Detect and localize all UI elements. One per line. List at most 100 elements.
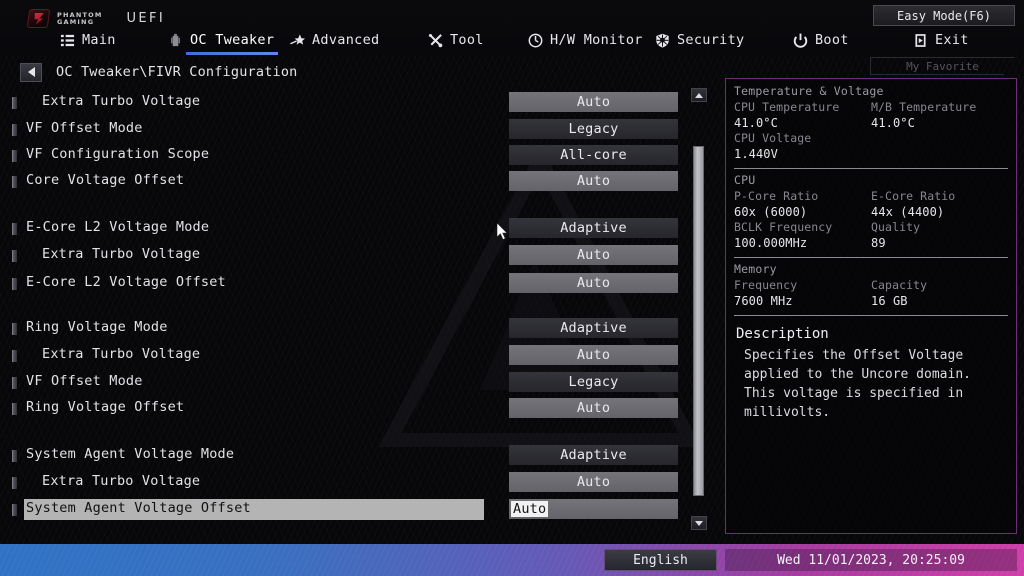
power-icon (793, 33, 808, 48)
tab-label: OC Tweaker (190, 32, 274, 48)
cpu-voltage-row: CPU Voltage 1.440V (734, 131, 1008, 162)
tab-tool[interactable]: Tool (428, 29, 484, 51)
memory-frequency-label: Frequency (734, 278, 871, 293)
breadcrumb: OC Tweaker\FIVR Configuration (0, 60, 298, 84)
my-favorite-tab[interactable]: My Favorite (870, 57, 1015, 75)
e-core-ratio-value: 44x (4400) (871, 204, 1008, 220)
uefi-bios-screen: PHANTOM GAMING UEFI Main OC Tweaker Advanc… (0, 0, 1024, 576)
setting-label: System Agent Voltage Offset (26, 500, 251, 516)
temperature-row: CPU Temperature 41.0°C M/B Temperature 4… (734, 100, 1008, 131)
setting-label: Core Voltage Offset (26, 172, 184, 188)
setting-row[interactable]: Extra Turbo Voltage Auto (0, 472, 690, 494)
memory-capacity-value: 16 GB (871, 293, 1008, 309)
setting-label: Extra Turbo Voltage (42, 346, 200, 362)
tab-label: Tool (450, 32, 484, 48)
setting-value-input[interactable]: Auto (509, 245, 678, 265)
back-arrow-icon[interactable] (20, 63, 42, 82)
cpu-section-title: CPU (734, 173, 1008, 187)
setting-bullet-icon (12, 504, 17, 516)
description-title: Description (736, 326, 1008, 342)
memory-section-title: Memory (734, 262, 1008, 276)
setting-label: Extra Turbo Voltage (42, 93, 200, 109)
mb-temperature-label: M/B Temperature (871, 100, 1008, 115)
tab-h-w-monitor[interactable]: H/W Monitor (528, 29, 643, 51)
cpu-voltage-label: CPU Voltage (734, 131, 871, 146)
easy-mode-button[interactable]: Easy Mode(F6) (873, 5, 1015, 26)
setting-value-input[interactable]: Auto (509, 92, 678, 112)
setting-row[interactable]: Extra Turbo Voltage Auto (0, 92, 690, 114)
memory-frequency-value: 7600 MHz (734, 293, 871, 309)
phantom-gaming-logo-icon (27, 9, 51, 28)
setting-bullet-icon (12, 223, 17, 235)
memory-row: Frequency 7600 MHz Capacity 16 GB (734, 278, 1008, 309)
setting-value-input[interactable]: Auto (509, 398, 678, 418)
setting-label: VF Offset Mode (26, 373, 143, 389)
setting-row[interactable]: E-Core L2 Voltage Offset Auto (0, 273, 690, 295)
setting-value-dropdown[interactable]: All-core (509, 145, 678, 165)
setting-value-dropdown[interactable]: Adaptive (509, 218, 678, 238)
setting-value-dropdown[interactable]: Legacy (509, 372, 678, 392)
setting-label: E-Core L2 Voltage Mode (26, 219, 209, 235)
scrollbar-thumb[interactable] (693, 146, 704, 496)
datetime-display: Wed 11/01/2023, 20:25:09 (725, 549, 1017, 571)
setting-row[interactable]: Ring Voltage ModeAdaptive (0, 318, 690, 340)
setting-row[interactable]: Ring Voltage Offset Auto (0, 398, 690, 420)
brand-logo: PHANTOM GAMING UEFI (28, 9, 165, 28)
temperature-voltage-title: Temperature & Voltage (734, 84, 1008, 98)
scroll-down-arrow-icon[interactable] (691, 516, 707, 530)
tab-label: Exit (935, 32, 969, 48)
setting-value-input[interactable]: Auto (509, 273, 678, 293)
setting-row[interactable]: Extra Turbo VoltageAuto (0, 245, 690, 267)
main-navigation-tabs: Main OC Tweaker Advanced Tool H/W Monitor Sec… (0, 29, 1024, 55)
setting-row[interactable]: VF Configuration ScopeAll-core (0, 145, 690, 167)
setting-value-input[interactable]: Auto (509, 345, 678, 365)
settings-scrollbar[interactable] (691, 88, 707, 530)
setting-bullet-icon (12, 97, 17, 109)
setting-row[interactable]: Extra Turbo Voltage Auto (0, 345, 690, 367)
setting-row[interactable]: System Agent Voltage Offset Auto (0, 499, 690, 521)
tab-exit[interactable]: Exit (913, 29, 969, 51)
setting-bullet-icon (12, 403, 17, 415)
setting-row[interactable]: E-Core L2 Voltage Mode Adaptive (0, 218, 690, 240)
e-core-ratio-label: E-Core Ratio (871, 189, 1008, 204)
setting-label: Extra Turbo Voltage (42, 473, 200, 489)
tab-boot[interactable]: Boot (793, 29, 849, 51)
header-bar: PHANTOM GAMING UEFI Main OC Tweaker Advanc… (0, 0, 1024, 55)
quality-label: Quality (871, 220, 1008, 235)
setting-value-input[interactable]: Auto (509, 472, 678, 492)
setting-row[interactable]: System Agent Voltage ModeAdaptive (0, 445, 690, 467)
language-button[interactable]: English (604, 549, 717, 571)
setting-value-dropdown[interactable]: Legacy (509, 119, 678, 139)
bclk-frequency-label: BCLK Frequency (734, 220, 871, 235)
info-panel: Temperature & Voltage CPU Temperature 41… (725, 78, 1017, 534)
shield-icon (655, 33, 670, 48)
setting-bullet-icon (12, 350, 17, 362)
setting-row[interactable]: VF Offset ModeLegacy (0, 119, 690, 141)
tab-main[interactable]: Main (60, 29, 116, 51)
uefi-label: UEFI (127, 11, 166, 26)
setting-value-dropdown[interactable]: Adaptive (509, 318, 678, 338)
setting-label: E-Core L2 Voltage Offset (26, 274, 226, 290)
list-icon (60, 33, 75, 48)
tab-advanced[interactable]: Advanced (290, 29, 379, 51)
scroll-up-arrow-icon[interactable] (691, 88, 707, 102)
setting-bullet-icon (12, 176, 17, 188)
mb-temperature-value: 41.0°C (871, 115, 1008, 131)
setting-label: Ring Voltage Offset (26, 399, 184, 415)
setting-value-input[interactable]: Auto (509, 499, 678, 519)
setting-bullet-icon (12, 450, 17, 462)
tab-security[interactable]: Security (655, 29, 744, 51)
brand-text: PHANTOM GAMING (57, 12, 103, 26)
setting-bullet-icon (12, 150, 17, 162)
tab-label: Advanced (312, 32, 379, 48)
setting-value-input[interactable]: Auto (509, 171, 678, 191)
setting-row[interactable]: Core Voltage Offset Auto (0, 171, 690, 193)
p-core-ratio-value: 60x (6000) (734, 204, 871, 220)
setting-value-dropdown[interactable]: Adaptive (509, 445, 678, 465)
divider (734, 257, 1008, 258)
bclk-quality-row: BCLK Frequency 100.000MHz Quality 89 (734, 220, 1008, 251)
tab-oc-tweaker[interactable]: OC Tweaker (168, 29, 274, 51)
setting-bullet-icon (12, 124, 17, 136)
setting-row[interactable]: VF Offset Mode Legacy (0, 372, 690, 394)
setting-bullet-icon (12, 250, 17, 262)
